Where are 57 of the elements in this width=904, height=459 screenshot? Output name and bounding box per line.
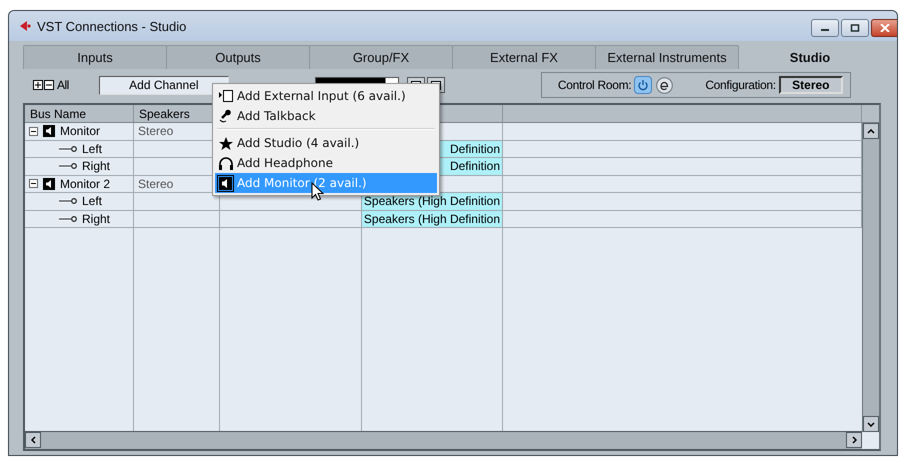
horizontal-scrollbar[interactable]	[25, 431, 862, 449]
caret-up-icon	[867, 128, 875, 134]
caret-down-icon	[867, 422, 875, 426]
speaker-icon	[43, 125, 55, 138]
header-corner	[862, 105, 879, 123]
speaker-icon	[43, 178, 55, 190]
collapse-all-icon[interactable]	[43, 80, 54, 90]
channel-name: Left	[82, 194, 102, 208]
tab[interactable]: Studio	[738, 45, 882, 69]
maximize-button[interactable]	[841, 19, 869, 37]
configuration-label: Configuration:	[705, 78, 776, 92]
star-icon	[218, 136, 233, 150]
tab[interactable]: Inputs	[23, 45, 167, 69]
channel-connector-icon	[59, 197, 79, 206]
tab[interactable]: External Instruments	[595, 45, 739, 69]
vertical-scrollbar[interactable]	[862, 123, 879, 432]
channel-name: Right	[82, 212, 110, 226]
power-button[interactable]	[634, 76, 652, 94]
caret-left-icon	[30, 436, 36, 444]
tab[interactable]: Outputs	[166, 45, 310, 69]
app-logo-icon	[19, 20, 31, 32]
scroll-left-button[interactable]	[25, 432, 41, 448]
all-label: All	[57, 78, 69, 92]
scroll-right-button[interactable]	[846, 432, 862, 448]
column-header[interactable]: Bus Name	[25, 105, 134, 123]
close-icon	[880, 24, 890, 32]
maximize-icon	[850, 24, 860, 32]
add-channel-button[interactable]: Add Channel	[98, 76, 229, 94]
channel-connector-icon	[59, 144, 79, 153]
caret-right-icon	[852, 436, 856, 444]
scroll-up-button[interactable]	[863, 123, 879, 139]
channel-connector-icon	[59, 162, 79, 170]
channel-name: Right	[82, 159, 110, 174]
microphone-icon	[218, 108, 233, 124]
bus-name: Monitor	[60, 124, 100, 138]
scroll-down-button[interactable]	[863, 416, 879, 432]
minimize-button[interactable]	[811, 19, 839, 37]
tab[interactable]: Group/FX	[309, 45, 453, 69]
device-port-cell[interactable]: Speakers (High Definition	[362, 210, 503, 228]
bus-name: Monitor 2	[60, 176, 110, 191]
channel-name: Left	[82, 142, 102, 156]
channel-connector-icon	[59, 214, 79, 223]
collapse-icon[interactable]	[29, 126, 38, 136]
close-button[interactable]	[871, 19, 897, 37]
menu-item[interactable]: Add Headphone	[215, 153, 437, 173]
control-room-label: Control Room:	[558, 78, 632, 92]
configuration-field[interactable]: Stereo	[778, 76, 843, 94]
tab[interactable]: External FX	[452, 45, 596, 69]
collapse-icon[interactable]	[29, 179, 38, 188]
power-icon	[637, 79, 650, 91]
headphone-icon	[218, 156, 233, 170]
edit-icon[interactable]	[656, 76, 674, 94]
device-port-cell[interactable]: Speakers (High Definition	[362, 193, 503, 210]
expand-all-icon[interactable]	[33, 80, 43, 90]
input-icon	[218, 88, 233, 104]
speaker-icon	[218, 176, 233, 190]
window-title: VST Connections - Studio	[37, 18, 188, 34]
